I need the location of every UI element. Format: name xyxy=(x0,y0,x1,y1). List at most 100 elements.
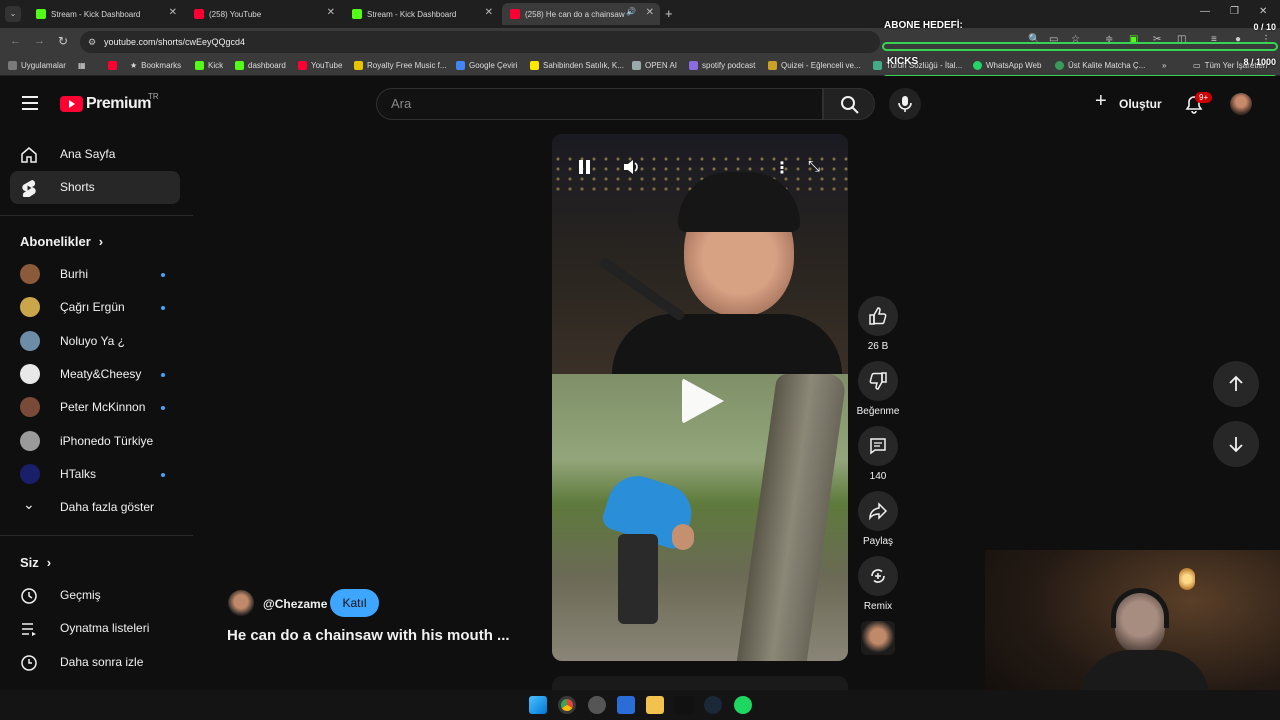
windows-start-icon[interactable] xyxy=(529,696,547,714)
tab-short-video[interactable]: (258) He can do a chainsaw 🔊 ✕ xyxy=(502,3,660,25)
subscription-burhi[interactable]: Burhi xyxy=(10,258,180,291)
back-icon[interactable]: ← xyxy=(10,35,21,47)
previous-short-button[interactable] xyxy=(1213,361,1259,407)
next-short-preview[interactable] xyxy=(552,676,848,690)
short-video-player[interactable]: ⋮ ⤡ xyxy=(552,134,848,661)
sidebar-item-shorts[interactable]: Shorts xyxy=(10,171,180,204)
notifications-button[interactable]: 9+ xyxy=(1182,92,1213,118)
store-icon[interactable] xyxy=(617,696,635,714)
youtube-logo[interactable]: Premium TR xyxy=(60,92,160,116)
app-icon[interactable] xyxy=(588,696,606,714)
address-bar[interactable]: ⚙ youtube.com/shorts/cwEeyQQgcd4 xyxy=(80,31,880,53)
steam-icon[interactable] xyxy=(704,696,722,714)
bookmark-spotify-podcast[interactable]: spotify podcast xyxy=(689,61,755,70)
logo-text: Premium xyxy=(86,95,151,112)
bookmark-youtube[interactable]: YouTube xyxy=(298,61,342,70)
channel-avatar[interactable] xyxy=(228,590,254,616)
close-icon[interactable]: ✕ xyxy=(169,7,177,18)
chevron-down-icon: ⌄ xyxy=(23,496,35,512)
watch-later-icon xyxy=(21,655,37,671)
next-short-button[interactable] xyxy=(1213,421,1259,467)
subscription-cagri-ergun[interactable]: Çağrı Ergün xyxy=(10,291,180,324)
shorts-icon xyxy=(22,180,36,197)
bookmark-royalty-music[interactable]: Royalty Free Music f... xyxy=(354,61,447,70)
speaker-icon[interactable]: 🔊 xyxy=(626,7,636,16)
bookmark-sahibinden[interactable]: Sahibinden Satılık, K... xyxy=(530,61,624,70)
subscription-peter-mckinnon[interactable]: Peter McKinnon xyxy=(10,391,180,424)
bookmark-bookmarks[interactable]: ★ Bookmarks xyxy=(130,61,181,70)
pause-button[interactable] xyxy=(578,160,592,174)
reload-icon[interactable]: ↻ xyxy=(58,34,68,48)
subscription-htalks[interactable]: HTalks xyxy=(10,458,180,491)
more-options-button[interactable]: ⋮ xyxy=(774,158,790,177)
center-play-button[interactable] xyxy=(676,376,726,426)
file-explorer-icon[interactable] xyxy=(646,696,664,714)
bookmark-google-translate[interactable]: Google Çeviri xyxy=(456,61,517,70)
close-icon[interactable]: ✕ xyxy=(485,7,493,18)
notification-badge: 9+ xyxy=(1195,92,1213,103)
sidebar-item-home[interactable]: Ana Sayfa xyxy=(10,138,180,171)
share-icon xyxy=(869,502,888,521)
forward-icon[interactable]: → xyxy=(34,35,45,47)
bookmark-grid[interactable]: ▦ xyxy=(78,61,86,70)
tab-kick-dashboard-1[interactable]: Stream - Kick Dashboard ✕ xyxy=(28,3,183,25)
avatar[interactable] xyxy=(1230,93,1252,115)
avatar xyxy=(20,364,40,384)
show-more-button[interactable]: ⌄ Daha fazla göster xyxy=(10,491,180,524)
subscription-iphonedo[interactable]: iPhonedo Türkiye xyxy=(10,425,180,458)
minimize-button[interactable]: — xyxy=(1200,6,1210,17)
app-icon[interactable] xyxy=(675,696,693,714)
chrome-icon[interactable] xyxy=(558,696,576,714)
youtube-icon xyxy=(510,9,520,19)
more-vert-icon: ⋮ xyxy=(774,160,790,177)
close-icon[interactable]: ✕ xyxy=(646,7,654,18)
bookmark-youtube-red[interactable] xyxy=(108,61,117,70)
tab-search-button[interactable]: ⌄ xyxy=(5,6,21,22)
join-button[interactable]: Katıl xyxy=(330,589,379,617)
search-input[interactable]: Ara xyxy=(376,88,823,120)
remix-label: Remix xyxy=(863,601,893,612)
search-button[interactable] xyxy=(823,88,875,120)
subscription-noluyo-ya[interactable]: Noluyo Ya ¿ xyxy=(10,325,180,358)
subscriptions-heading[interactable]: Abonelikler › xyxy=(20,234,103,249)
like-button[interactable] xyxy=(858,296,898,336)
kicks-label: KICKS xyxy=(887,56,919,67)
grid-icon: ▦ xyxy=(78,61,86,70)
site-info-icon[interactable]: ⚙ xyxy=(88,31,96,53)
close-window-button[interactable]: ✕ xyxy=(1259,6,1267,17)
subscription-meaty-cheesy[interactable]: Meaty&Cheesy xyxy=(10,358,180,391)
audio-source-thumbnail[interactable] xyxy=(861,621,895,655)
voice-search-button[interactable] xyxy=(889,88,921,120)
tab-youtube[interactable]: (258) YouTube ✕ xyxy=(186,3,341,25)
fullscreen-button[interactable]: ⤡ xyxy=(808,158,826,176)
bookmark-apps[interactable]: Uygulamalar xyxy=(8,61,66,70)
channel-handle[interactable]: @Chezame xyxy=(263,597,327,611)
music-icon xyxy=(354,61,363,70)
you-heading[interactable]: Siz › xyxy=(20,555,51,570)
remix-button[interactable] xyxy=(858,556,898,596)
sidebar-item-playlists[interactable]: Oynatma listeleri xyxy=(10,612,180,645)
sidebar-item-watch-later[interactable]: Daha sonra izle xyxy=(10,646,180,679)
bookmark-dashboard[interactable]: dashboard xyxy=(235,61,286,70)
youtube-icon xyxy=(108,61,117,70)
sidebar-item-history[interactable]: Geçmiş xyxy=(10,579,180,612)
maximize-button[interactable]: ❐ xyxy=(1230,6,1239,17)
create-button[interactable]: + Oluştur xyxy=(1092,90,1162,116)
bookmark-openai[interactable]: OPEN AI xyxy=(632,61,677,70)
share-button[interactable] xyxy=(858,491,898,531)
sidebar-item-label: Ana Sayfa xyxy=(60,147,116,161)
short-title[interactable]: He can do a chainsaw with his mouth ... xyxy=(227,627,510,644)
bookmark-kick[interactable]: Kick xyxy=(195,61,223,70)
volume-button[interactable] xyxy=(622,158,640,176)
dislike-button[interactable] xyxy=(858,361,898,401)
close-icon[interactable]: ✕ xyxy=(327,7,335,18)
new-tab-button[interactable]: + xyxy=(665,6,673,21)
spotify-icon[interactable] xyxy=(734,696,752,714)
hamburger-menu-icon[interactable] xyxy=(22,96,38,110)
comments-button[interactable] xyxy=(858,426,898,466)
chevron-right-icon: › xyxy=(98,234,104,249)
tab-title: (258) He can do a chainsaw xyxy=(525,9,625,19)
tab-kick-dashboard-2[interactable]: Stream - Kick Dashboard ✕ xyxy=(344,3,499,25)
bookmark-quizei[interactable]: Quizei - Eğlenceli ve... xyxy=(768,61,861,70)
translate-icon xyxy=(456,61,465,70)
